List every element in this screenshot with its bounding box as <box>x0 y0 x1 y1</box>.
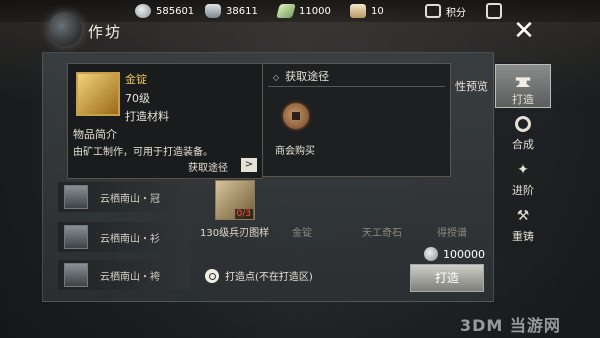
tab-forge[interactable]: 打造 <box>495 64 551 108</box>
material-count: 0/3 <box>234 209 253 219</box>
scroll-amount: 10 <box>371 5 384 17</box>
hammer-icon: ⚒ <box>516 208 530 224</box>
scroll-resource: 10 <box>350 3 384 19</box>
coin-icon[interactable] <box>281 101 311 131</box>
equipment-thumbnail <box>64 225 88 249</box>
coin-icon <box>424 247 438 261</box>
item-tooltip: 金锭 70级 打造材料 物品简介 由矿工制作，可用于打造装备。 获取途径 > <box>67 63 263 179</box>
tab-recast[interactable]: ⚒ 重铸 <box>495 202 551 246</box>
item-type: 打造材料 <box>125 110 169 123</box>
points-button[interactable]: 积分 <box>425 3 466 19</box>
recycle-icon <box>515 116 531 132</box>
equipment-thumbnail <box>64 263 88 287</box>
anvil-icon <box>515 77 531 87</box>
scroll-icon <box>350 4 366 18</box>
silver-coin-amount: 585601 <box>156 5 195 17</box>
silver-coin-icon <box>135 4 151 18</box>
tab-label: 打造 <box>512 93 534 106</box>
magnifier-icon <box>205 268 219 283</box>
silver-coin-resource: 585601 <box>135 3 194 19</box>
material-label-manual: 得授谱 <box>437 228 467 239</box>
acquire-link[interactable]: 获取途径 <box>188 159 228 174</box>
upgrade-icon: ✦ <box>517 162 529 178</box>
item-description: 由矿工制作，可用于打造装备。 <box>73 147 213 158</box>
item-intro-header: 物品简介 <box>73 128 117 141</box>
gold-ingot-icon <box>76 72 120 116</box>
divider <box>268 86 445 87</box>
tab-label: 合成 <box>512 138 534 151</box>
ticket-amount: 11000 <box>299 5 331 17</box>
ticket-icon <box>276 4 296 18</box>
chevron-right-icon[interactable]: > <box>241 158 257 172</box>
silver-ingot-icon <box>205 4 221 18</box>
equipment-item-trousers[interactable]: 云栖南山・袴 <box>58 260 190 290</box>
equipment-name: 云栖南山・袴 <box>100 271 160 283</box>
material-name: 130级兵刃图样 <box>200 228 270 239</box>
close-button[interactable]: ✕ <box>504 14 544 50</box>
ticket-resource: 11000 <box>276 3 331 19</box>
equipment-thumbnail <box>64 185 88 209</box>
site-watermark: 3DM 当游网 <box>460 316 561 335</box>
points-label: 积分 <box>446 7 466 19</box>
tab-combine[interactable]: 合成 <box>495 110 551 154</box>
forge-button[interactable]: 打造 <box>410 264 484 292</box>
tab-label: 进阶 <box>512 184 534 197</box>
acquire-option-label[interactable]: 商会购买 <box>275 142 315 157</box>
forge-point-text: 打造点(不在打造区) <box>225 272 313 283</box>
window-title: 作坊 <box>88 23 123 41</box>
tab-advance[interactable]: ✦ 进阶 <box>495 156 551 200</box>
material-label-stone: 天工奇石 <box>362 228 402 239</box>
silver-ingot-amount: 38611 <box>226 5 258 17</box>
item-level: 70级 <box>125 92 150 105</box>
forge-cost: 100000 <box>424 247 485 261</box>
side-tabs: 打造 合成 ✦ 进阶 ⚒ 重铸 <box>495 62 551 254</box>
silver-ingot-resource: 38611 <box>205 3 258 19</box>
item-name: 金锭 <box>125 73 147 86</box>
equipment-item-crown[interactable]: 云栖南山・冠 <box>58 182 190 212</box>
settings-icon <box>486 3 502 19</box>
points-icon <box>425 4 441 18</box>
acquire-popup: 获取途径 商会购买 <box>262 63 451 177</box>
equipment-name: 云栖南山・衫 <box>100 233 160 245</box>
moon-emblem <box>48 12 82 46</box>
equipment-name: 云栖南山・冠 <box>100 193 160 205</box>
acquire-title: 获取途径 <box>273 68 329 84</box>
material-label-gold: 金锭 <box>292 228 312 239</box>
material-slot-pattern[interactable]: 0/3 <box>215 180 255 220</box>
preview-label[interactable]: 性预览 <box>455 78 488 94</box>
forge-cost-amount: 100000 <box>443 247 485 261</box>
equipment-item-robe[interactable]: 云栖南山・衫 <box>58 222 190 252</box>
forge-point-hint[interactable]: 打造点(不在打造区) <box>205 268 313 283</box>
tab-label: 重铸 <box>512 230 534 243</box>
